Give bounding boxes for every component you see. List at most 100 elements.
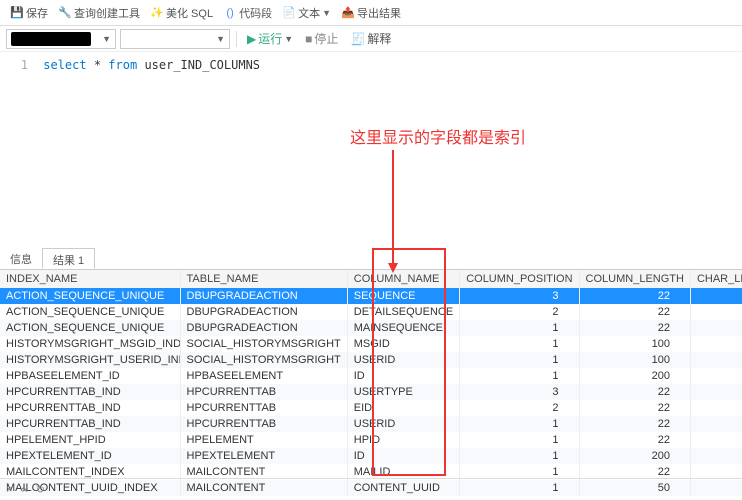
cell: HISTORYMSGRIGHT_USERID_INDEX [0, 352, 180, 368]
explain-label: 解释 [367, 30, 391, 47]
table-row[interactable]: HPCURRENTTAB_INDHPCURRENTTABEID2220 ASC [0, 400, 742, 416]
column-header[interactable]: COLUMN_LENGTH [579, 270, 690, 288]
first-icon[interactable]: × [6, 484, 12, 496]
tab-info[interactable]: 信息 [0, 248, 42, 269]
tab-result[interactable]: 结果 1 [42, 248, 95, 269]
cell: 0 ASC [690, 288, 742, 304]
explain-button[interactable]: 🧾解释 [346, 30, 395, 47]
cell: 2 [460, 304, 579, 320]
column-header[interactable]: COLUMN_NAME [347, 270, 459, 288]
cell: 22 [579, 288, 690, 304]
column-header[interactable]: COLUMN_POSITION [460, 270, 579, 288]
cell: DETAILSEQUENCE [347, 304, 459, 320]
cell: SOCIAL_HISTORYMSGRIGHT [180, 352, 347, 368]
table-row[interactable]: HPEXTELEMENT_IDHPEXTELEMENTID1200200 ASC [0, 448, 742, 464]
cell: 0 ASC [690, 384, 742, 400]
chevron-down-icon: ▼ [322, 8, 331, 18]
cell: HPCURRENTTAB_IND [0, 384, 180, 400]
stop-label: 停止 [314, 30, 338, 47]
table-row[interactable]: ACTION_SEQUENCE_UNIQUEDBUPGRADEACTIONMAI… [0, 320, 742, 336]
document-icon: 📄 [282, 6, 296, 20]
cell: 0 ASC [690, 416, 742, 432]
table-row[interactable]: HPELEMENT_HPIDHPELEMENTHPID1220 ASC [0, 432, 742, 448]
cell: HPEXTELEMENT_ID [0, 448, 180, 464]
keyword-from: from [108, 58, 137, 72]
refresh-icon[interactable]: ↻ [36, 483, 45, 496]
sql-editor[interactable]: 1 select * from user_IND_COLUMNS 这里显示的字段… [0, 52, 742, 248]
table-name: user_IND_COLUMNS [144, 58, 260, 72]
chevron-down-icon: ▼ [216, 34, 225, 44]
cell: MAINSEQUENCE [347, 320, 459, 336]
text-button[interactable]: 📄文本▼ [278, 5, 335, 21]
code-snippet-label: 代码段 [239, 5, 272, 21]
cell: 3 [460, 384, 579, 400]
save-icon: 💾 [10, 6, 24, 20]
prev-icon[interactable]: ‹‹ [20, 484, 27, 496]
cell: 1 [460, 352, 579, 368]
query-builder-button[interactable]: 🔧查询创建工具 [54, 5, 144, 21]
schema-dropdown[interactable]: ▼ [120, 29, 230, 49]
cell: USERID [347, 416, 459, 432]
cell: 200 [579, 368, 690, 384]
stop-icon: ■ [305, 32, 312, 46]
wand-icon: ✨ [150, 6, 164, 20]
cell: ACTION_SEQUENCE_UNIQUE [0, 288, 180, 304]
cell: 200 [579, 448, 690, 464]
cell: 22 [579, 304, 690, 320]
cell: HPCURRENTTAB [180, 416, 347, 432]
cell: ACTION_SEQUENCE_UNIQUE [0, 304, 180, 320]
export-button[interactable]: 📤导出结果 [337, 5, 405, 21]
cell: 100 ASC [690, 336, 742, 352]
explain-icon: 🧾 [350, 32, 365, 46]
cell: 100 ASC [690, 352, 742, 368]
cell: HPBASEELEMENT_ID [0, 368, 180, 384]
separator [236, 31, 237, 47]
cell: 0 ASC [690, 320, 742, 336]
cell: 22 [579, 384, 690, 400]
cell: 200 ASC [690, 448, 742, 464]
keyword-select: select [43, 58, 86, 72]
export-icon: 📤 [341, 6, 355, 20]
connection-dropdown[interactable]: ▼ [6, 29, 116, 49]
column-header[interactable]: INDEX_NAME [0, 270, 180, 288]
chevron-down-icon: ▼ [284, 34, 293, 44]
cell: HPELEMENT [180, 432, 347, 448]
cell: 0 ASC [690, 304, 742, 320]
cell: MSGID [347, 336, 459, 352]
cell: HPCURRENTTAB [180, 384, 347, 400]
cell: ACTION_SEQUENCE_UNIQUE [0, 320, 180, 336]
table-row[interactable]: HPCURRENTTAB_INDHPCURRENTTABUSERTYPE3220… [0, 384, 742, 400]
cell: 1 [460, 432, 579, 448]
star: * [94, 58, 101, 72]
beautify-label: 美化 SQL [166, 5, 213, 21]
column-header[interactable]: TABLE_NAME [180, 270, 347, 288]
table-row[interactable]: HISTORYMSGRIGHT_MSGID_INDEXSOCIAL_HISTOR… [0, 336, 742, 352]
table-row[interactable]: ACTION_SEQUENCE_UNIQUEDBUPGRADEACTIONSEQ… [0, 288, 742, 304]
cell: USERID [347, 352, 459, 368]
table-row[interactable]: ACTION_SEQUENCE_UNIQUEDBUPGRADEACTIONDET… [0, 304, 742, 320]
table-row[interactable]: HISTORYMSGRIGHT_USERID_INDEXSOCIAL_HISTO… [0, 352, 742, 368]
cell: 0 ASC [690, 400, 742, 416]
cell: HPELEMENT_HPID [0, 432, 180, 448]
stop-button[interactable]: ■停止 [301, 30, 342, 47]
redacted-label [11, 32, 91, 46]
cell: HPBASEELEMENT [180, 368, 347, 384]
column-header[interactable]: CHAR_LENGTH DESCEN [690, 270, 742, 288]
code-snippet-button[interactable]: ()代码段 [219, 5, 276, 21]
cell: 1 [460, 320, 579, 336]
table-row[interactable]: HPCURRENTTAB_INDHPCURRENTTABUSERID1220 A… [0, 416, 742, 432]
result-table: INDEX_NAMETABLE_NAMECOLUMN_NAMECOLUMN_PO… [0, 270, 742, 496]
cell: DBUPGRADEACTION [180, 304, 347, 320]
beautify-button[interactable]: ✨美化 SQL [146, 5, 217, 21]
cell: 100 [579, 352, 690, 368]
run-label: 运行 [258, 30, 282, 47]
table-row[interactable]: HPBASEELEMENT_IDHPBASEELEMENTID1200200 A… [0, 368, 742, 384]
cell: USERTYPE [347, 384, 459, 400]
line-number: 1 [8, 58, 28, 72]
save-button[interactable]: 💾保存 [6, 5, 52, 21]
code-icon: () [223, 6, 237, 20]
run-button[interactable]: ▶运行▼ [243, 30, 297, 47]
connection-row: ▼ ▼ ▶运行▼ ■停止 🧾解释 [0, 26, 742, 52]
result-table-wrap[interactable]: INDEX_NAMETABLE_NAMECOLUMN_NAMECOLUMN_PO… [0, 270, 742, 496]
chevron-down-icon: ▼ [102, 34, 111, 44]
